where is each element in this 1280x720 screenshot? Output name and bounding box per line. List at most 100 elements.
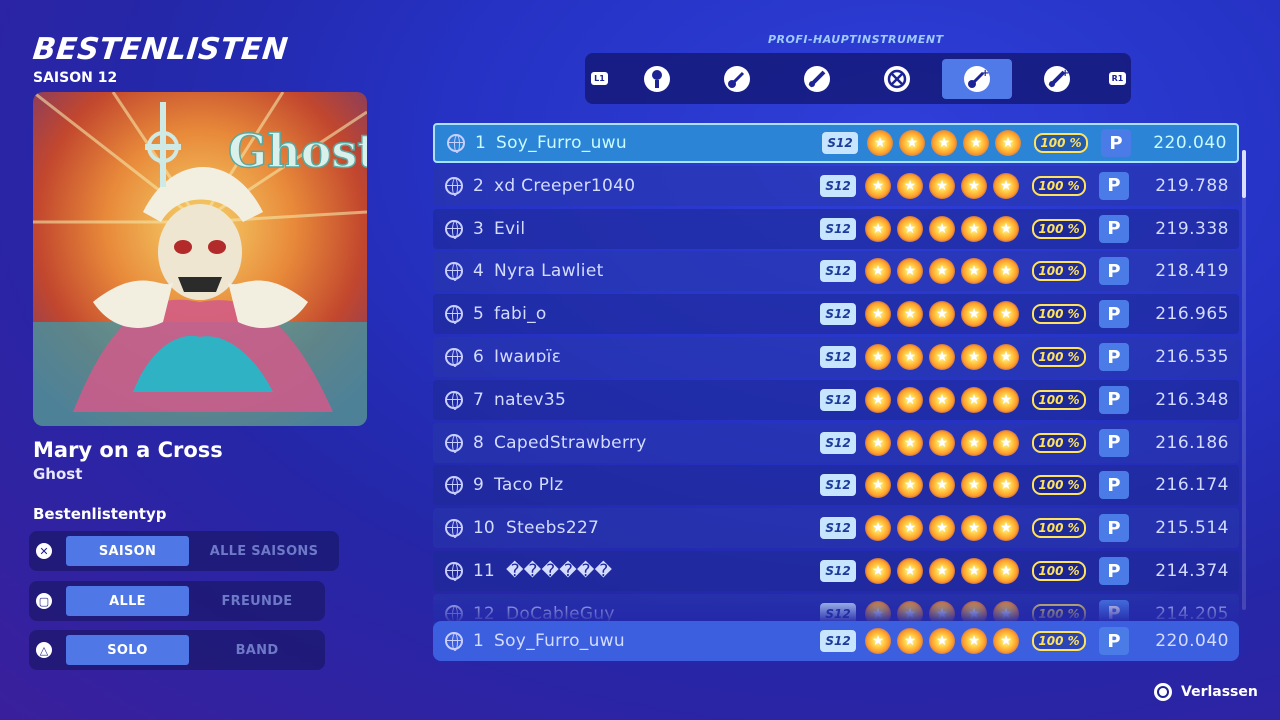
star-icon: ★ bbox=[993, 215, 1019, 242]
row-score: 216.348 bbox=[1155, 389, 1229, 410]
row-player-name: Evil bbox=[494, 218, 526, 239]
star-icon: ★ bbox=[929, 472, 955, 499]
row-score: 216.174 bbox=[1155, 475, 1229, 496]
season-badge: S12 bbox=[820, 174, 856, 197]
star-icon: ★ bbox=[961, 258, 987, 285]
star-icon: ★ bbox=[897, 258, 923, 285]
table-row[interactable]: 4 Nyra Lawliet S12 100 % P 218.419 ★ ★ ★ ★ ★ bbox=[433, 251, 1239, 292]
square-button-icon: ▢ bbox=[36, 593, 52, 609]
row-score: 220.040 bbox=[1153, 133, 1227, 153]
star-icon: ★ bbox=[931, 130, 957, 156]
star-icon: ★ bbox=[865, 429, 891, 456]
season-badge: S12 bbox=[820, 346, 856, 368]
season-badge: S12 bbox=[820, 303, 856, 326]
star-icon: ★ bbox=[961, 386, 987, 413]
star-icon: ★ bbox=[993, 301, 1019, 328]
table-row[interactable]: 10 Steebs227 S12 100 % P 215.514 ★ ★ ★ ★ ★ bbox=[433, 508, 1239, 549]
instrument-label: PROFI-HAUPTINSTRUMENT bbox=[768, 33, 944, 46]
instrument-bass[interactable] bbox=[782, 59, 852, 99]
accuracy-badge: 100 % bbox=[1032, 518, 1086, 539]
row-player-name: CapedStrawberry bbox=[494, 432, 647, 453]
toggle-option-saison[interactable]: SAISON bbox=[66, 536, 189, 566]
instrument-drums[interactable] bbox=[862, 59, 932, 99]
leaderboard-type-label: Bestenlistentyp bbox=[33, 505, 167, 523]
player-entry: 1 Soy_Furro_uwu S12 100 % P 220.040 ★ ★ ★ ★ ★ bbox=[433, 621, 1239, 663]
globe-icon bbox=[445, 348, 463, 367]
season-badge: S12 bbox=[820, 260, 856, 283]
star-icon: ★ bbox=[929, 558, 955, 584]
star-icon: ★ bbox=[897, 628, 923, 654]
toggle-option-band[interactable]: BAND bbox=[189, 635, 325, 665]
row-player-name: ������ bbox=[506, 561, 613, 581]
table-row[interactable]: 9 Taco Plz S12 100 % P 216.174 ★ ★ ★ ★ ★ bbox=[433, 465, 1239, 506]
star-icon: ★ bbox=[897, 172, 923, 199]
drums-icon bbox=[884, 66, 910, 92]
table-row[interactable]: 7 natev35 S12 100 % P 216.348 ★ ★ ★ ★ ★ bbox=[433, 379, 1239, 420]
star-icon: ★ bbox=[897, 215, 923, 242]
r1-button-icon[interactable]: R1 bbox=[1109, 72, 1126, 85]
row-rank: 1 bbox=[473, 631, 484, 651]
song-title: Mary on a Cross bbox=[33, 438, 223, 462]
star-icon: ★ bbox=[865, 472, 891, 499]
globe-icon bbox=[445, 176, 463, 196]
star-icon: ★ bbox=[961, 172, 987, 199]
row-player-name: xd Creeper1040 bbox=[494, 175, 636, 196]
star-icon: ★ bbox=[899, 130, 925, 156]
table-row[interactable]: 2 xd Creeper1040 S12 100 % P 219.788 ★ ★ ★ ★ ★ bbox=[433, 165, 1239, 206]
table-row[interactable]: 5 fabi_o S12 100 % P 216.965 ★ ★ ★ ★ ★ bbox=[433, 294, 1239, 335]
star-icon: ★ bbox=[929, 301, 955, 328]
star-icon: ★ bbox=[867, 130, 893, 156]
star-icon: ★ bbox=[961, 301, 987, 328]
star-icon: ★ bbox=[961, 344, 987, 370]
star-icon: ★ bbox=[995, 130, 1021, 156]
row-rank: 1 bbox=[475, 133, 486, 153]
album-cover: Ghost bbox=[33, 92, 367, 426]
row-player-name: Taco Plz bbox=[494, 475, 564, 496]
star-icon: ★ bbox=[993, 429, 1019, 456]
star-icon: ★ bbox=[865, 172, 891, 199]
star-icon: ★ bbox=[929, 258, 955, 285]
star-icon: ★ bbox=[929, 628, 955, 654]
star-icon: ★ bbox=[929, 386, 955, 413]
star-icon: ★ bbox=[865, 215, 891, 242]
star-icon: ★ bbox=[865, 628, 891, 654]
table-row[interactable]: 3 Evil S12 100 % P 219.338 ★ ★ ★ ★ ★ bbox=[433, 208, 1239, 249]
instrument-selector[interactable]: L1 + + R1 bbox=[585, 53, 1131, 104]
instrument-guitar[interactable] bbox=[702, 59, 772, 99]
exit-button[interactable]: Verlassen bbox=[1154, 683, 1258, 701]
toggle-option-solo[interactable]: SOLO bbox=[66, 635, 189, 665]
scope-toggle[interactable]: ▢ ALLE FREUNDE bbox=[29, 581, 325, 621]
l1-button-icon[interactable]: L1 bbox=[591, 72, 608, 85]
row-rank: 9 bbox=[473, 475, 484, 496]
table-row[interactable]: 6 Iwaиɒїɛ S12 100 % P 216.535 ★ ★ ★ ★ ★ bbox=[433, 337, 1239, 377]
scrollbar-thumb[interactable] bbox=[1242, 150, 1246, 198]
table-row[interactable]: 11 ������ S12 100 % P 214.374 ★ ★ ★ ★ ★ bbox=[433, 551, 1239, 591]
leaderboard-scrollbar[interactable] bbox=[1242, 150, 1246, 610]
star-icon: ★ bbox=[865, 515, 891, 542]
star-icon: ★ bbox=[961, 515, 987, 542]
instrument-pro-guitar[interactable]: + bbox=[942, 59, 1012, 99]
season-toggle[interactable]: ✕ SAISON ALLE SAISONS bbox=[29, 531, 339, 571]
instrument-microphone[interactable] bbox=[622, 59, 692, 99]
row-score: 219.788 bbox=[1155, 175, 1229, 196]
star-icon: ★ bbox=[993, 558, 1019, 584]
star-icon: ★ bbox=[961, 628, 987, 654]
microphone-icon bbox=[644, 66, 670, 92]
exit-label: Verlassen bbox=[1181, 684, 1258, 700]
svg-text:+: + bbox=[981, 68, 989, 79]
mode-toggle[interactable]: △ SOLO BAND bbox=[29, 630, 325, 670]
globe-icon bbox=[445, 390, 463, 410]
toggle-option-alle[interactable]: ALLE bbox=[66, 586, 189, 616]
table-row[interactable]: 8 CapedStrawberry S12 100 % P 216.186 ★ ★ ★ ★ ★ bbox=[433, 422, 1239, 463]
pro-badge: P bbox=[1099, 385, 1129, 414]
instrument-pro-bass[interactable]: + bbox=[1022, 59, 1092, 99]
row-player-name: Nyra Lawliet bbox=[494, 261, 604, 282]
accuracy-badge: 100 % bbox=[1032, 175, 1086, 196]
table-row[interactable]: 1 Soy_Furro_uwu S12 100 % P 220.040 ★ ★ ★ ★ ★ bbox=[433, 123, 1239, 163]
table-row[interactable]: 1 Soy_Furro_uwu S12 100 % P 220.040 ★ ★ ★ ★ ★ bbox=[433, 621, 1239, 661]
globe-icon bbox=[445, 632, 463, 651]
star-icon: ★ bbox=[897, 429, 923, 456]
toggle-option-freunde[interactable]: FREUNDE bbox=[189, 586, 325, 616]
toggle-option-alle-saisons[interactable]: ALLE SAISONS bbox=[189, 536, 339, 566]
star-icon: ★ bbox=[961, 429, 987, 456]
